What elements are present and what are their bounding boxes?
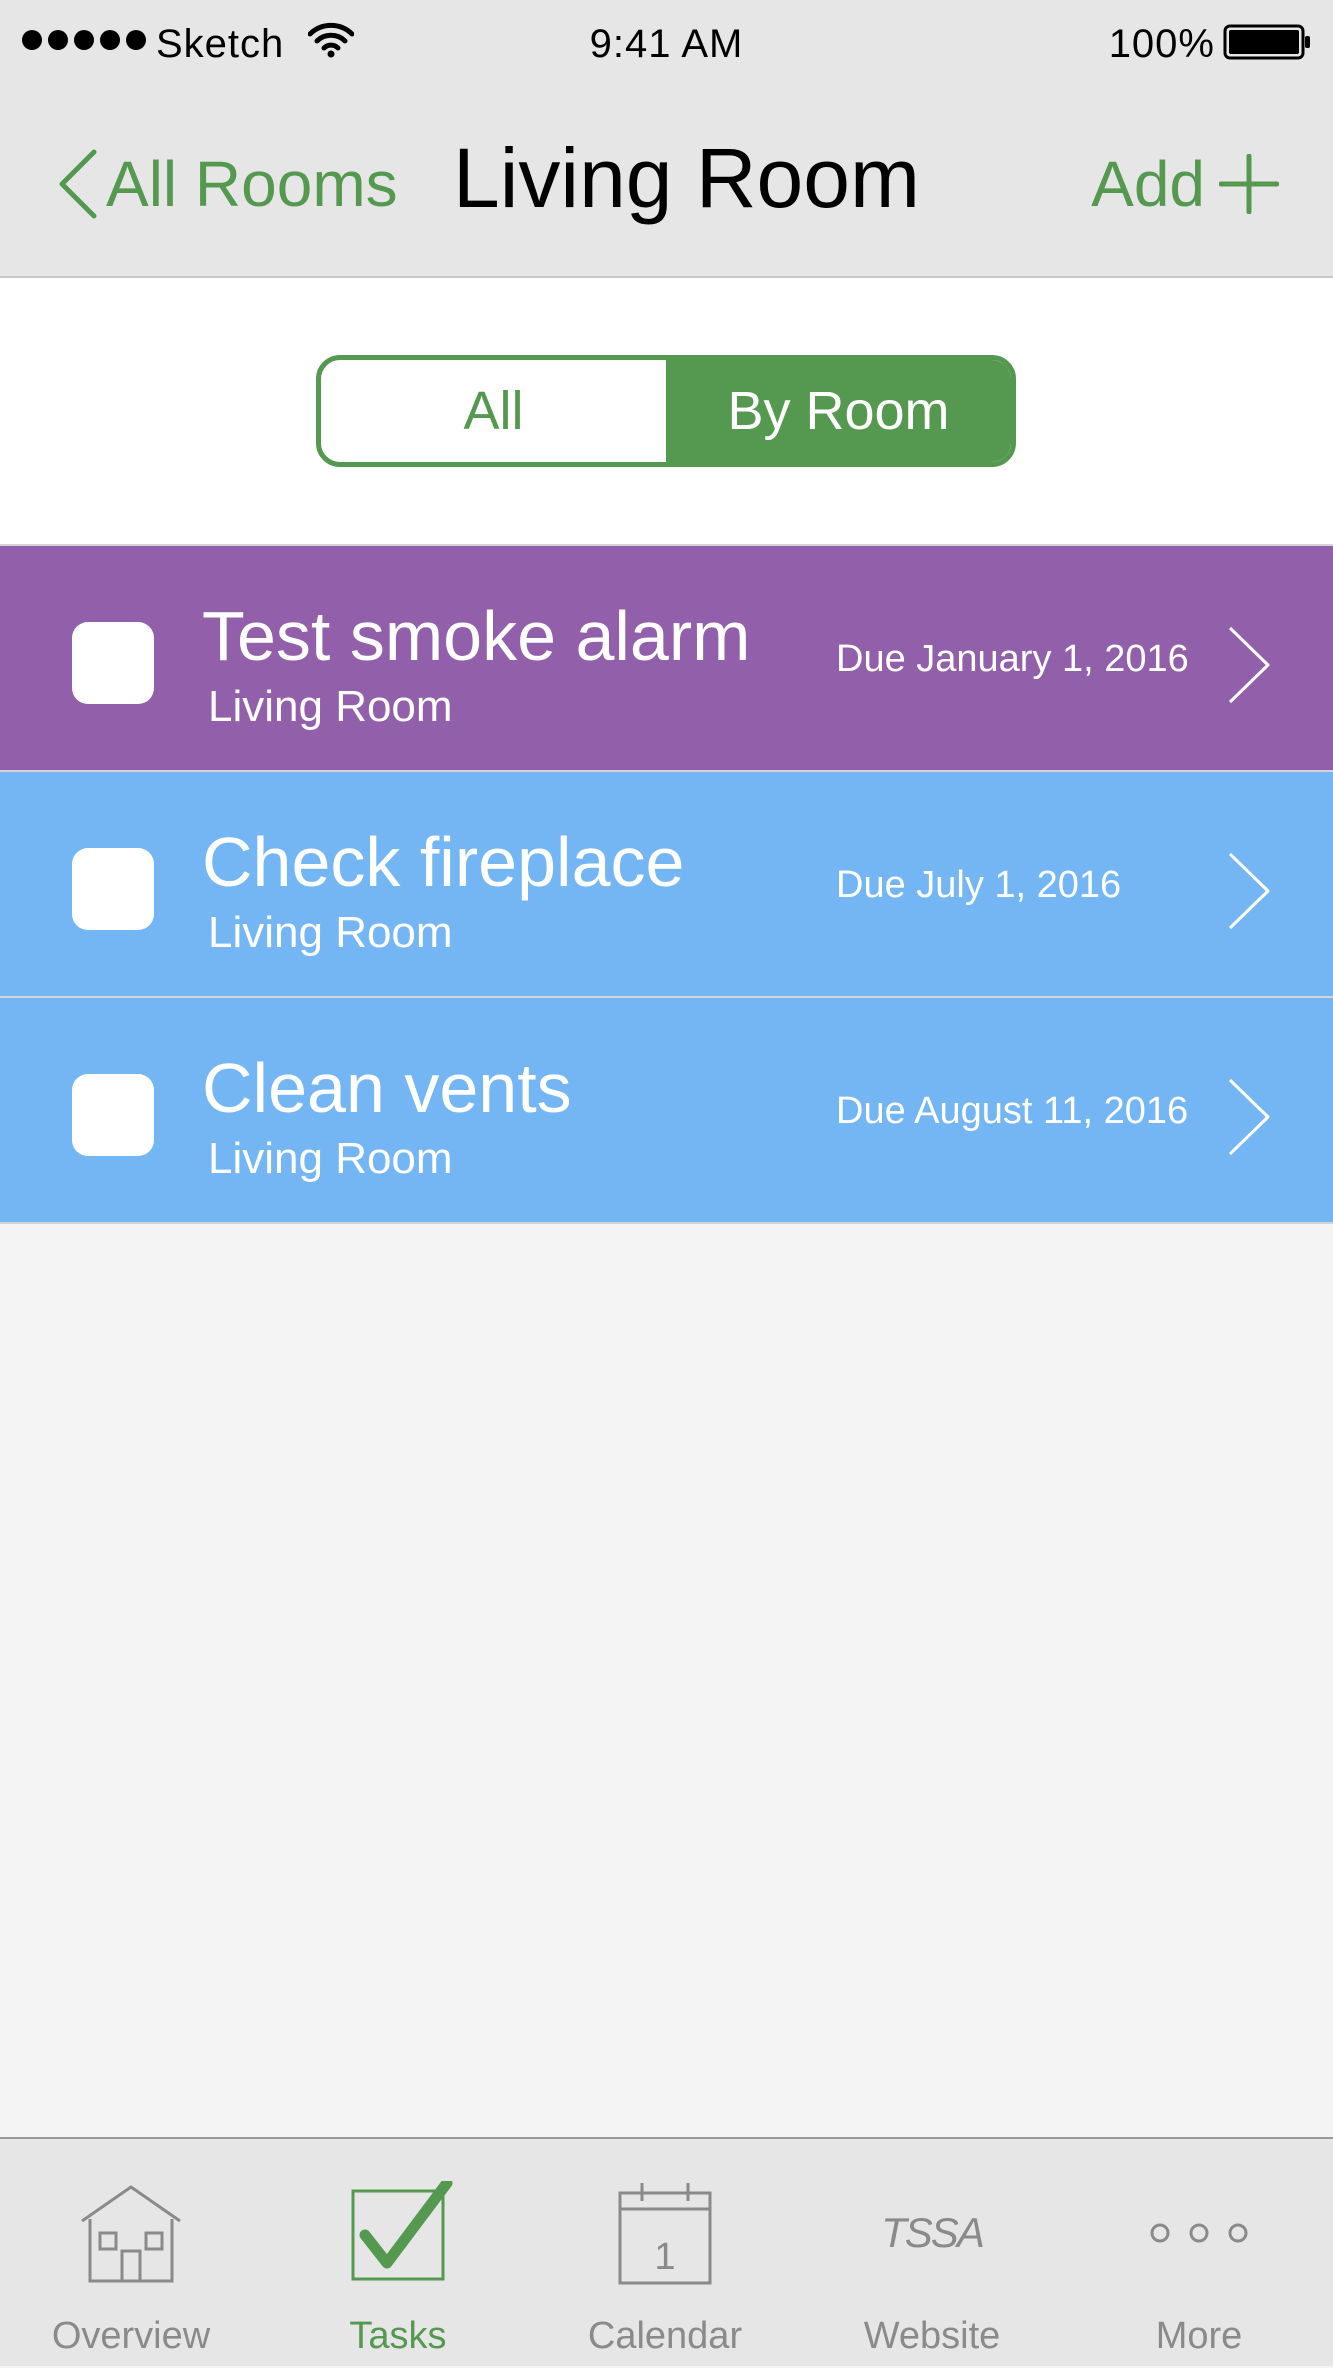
house-icon xyxy=(81,2185,181,2283)
tab-more[interactable]: More xyxy=(1099,2139,1299,2368)
tssa-logo-icon: TSSA xyxy=(881,2209,985,2256)
list-divider xyxy=(0,1222,1333,1224)
tab-tasks[interactable]: Tasks xyxy=(298,2139,498,2368)
task-row-clean-vents[interactable]: Clean vents Living Room Due August 11, 2… xyxy=(0,996,1333,1222)
battery-percentage: 100% xyxy=(1108,22,1215,66)
task-due-date: Due January 1, 2016 xyxy=(836,638,1189,680)
segment-by-room[interactable]: By Room xyxy=(666,360,1011,462)
more-icon xyxy=(1150,2223,1248,2243)
tab-label: Website xyxy=(863,2315,1001,2357)
checkbox-checked-icon xyxy=(351,2181,453,2281)
status-bar: Sketch 9:41 AM 100% xyxy=(0,0,1333,90)
chevron-right-icon xyxy=(1228,626,1270,704)
calendar-icon: 1 xyxy=(618,2183,712,2285)
task-title: Test smoke alarm xyxy=(202,597,751,675)
battery-icon xyxy=(1223,24,1310,60)
task-room: Living Room xyxy=(208,908,453,957)
task-due-date: Due August 11, 2016 xyxy=(836,1090,1189,1132)
task-row-check-fireplace[interactable]: Check fireplace Living Room Due July 1, … xyxy=(0,770,1333,996)
task-room: Living Room xyxy=(208,1134,453,1183)
tab-website[interactable]: TSSA Website xyxy=(832,2139,1032,2368)
task-checkbox[interactable] xyxy=(72,622,154,704)
tab-calendar[interactable]: 1 Calendar xyxy=(565,2139,765,2368)
add-button-label: Add xyxy=(1091,148,1205,220)
tab-label: Calendar xyxy=(587,2315,743,2357)
view-segmented-control: All By Room xyxy=(316,355,1016,467)
calendar-icon-day: 1 xyxy=(654,2236,675,2278)
filter-area: All By Room xyxy=(0,278,1333,544)
segment-all[interactable]: All xyxy=(321,360,666,462)
task-due-date: Due July 1, 2016 xyxy=(836,864,1122,906)
task-list: Test smoke alarm Living Room Due January… xyxy=(0,544,1333,1224)
tab-label: Tasks xyxy=(349,2315,447,2357)
navigation-bar: All Rooms Living Room Add xyxy=(0,90,1333,278)
task-checkbox[interactable] xyxy=(72,848,154,930)
task-checkbox[interactable] xyxy=(72,1074,154,1156)
tab-label: Overview xyxy=(51,2315,211,2357)
add-button[interactable]: Add xyxy=(1091,144,1279,224)
tab-bar: Overview Tasks 1 Calendar TSSA Website M… xyxy=(0,2137,1333,2366)
tssa-logo-text: TSSA xyxy=(881,2209,983,2256)
chevron-right-icon xyxy=(1228,1078,1270,1156)
task-title: Clean vents xyxy=(202,1049,572,1127)
task-room: Living Room xyxy=(208,682,453,731)
plus-icon xyxy=(1219,154,1279,214)
tab-label: More xyxy=(1155,2315,1243,2357)
task-row-test-smoke-alarm[interactable]: Test smoke alarm Living Room Due January… xyxy=(0,544,1333,770)
chevron-right-icon xyxy=(1228,852,1270,930)
task-title: Check fireplace xyxy=(202,823,685,901)
tab-overview[interactable]: Overview xyxy=(31,2139,231,2368)
